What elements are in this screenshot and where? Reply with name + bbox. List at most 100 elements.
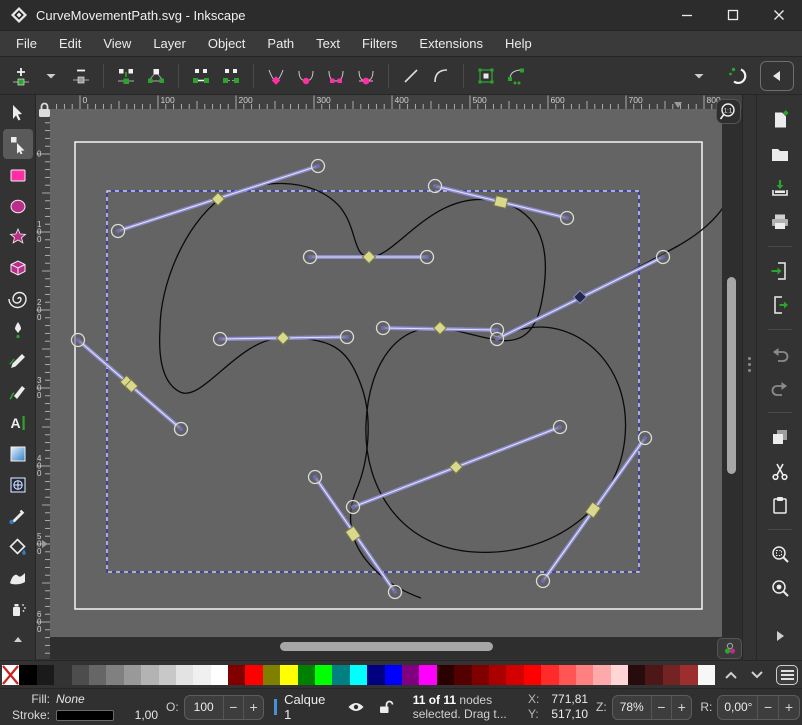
palette-swatch-ffffff[interactable] xyxy=(211,665,228,685)
rotation-increase-button[interactable]: + xyxy=(778,696,799,719)
opacity-value[interactable]: 100 xyxy=(185,700,223,714)
horizontal-ruler[interactable]: 0100200300400500600700800 xyxy=(50,95,742,109)
menu-item-layer[interactable]: Layer xyxy=(143,32,196,55)
zoom-1-1-button[interactable]: 1:1 xyxy=(716,99,741,124)
menu-item-edit[interactable]: Edit xyxy=(49,32,91,55)
segment-curve-button[interactable] xyxy=(426,61,456,91)
show-transform-handles-button[interactable] xyxy=(722,61,752,91)
palette-swatch-4d1717[interactable] xyxy=(645,665,662,685)
export-button[interactable] xyxy=(765,290,795,320)
stroke-width-value[interactable]: 1,00 xyxy=(118,708,158,722)
palette-swatch-742323[interactable] xyxy=(663,665,680,685)
palette-swatch-f7f7f7[interactable] xyxy=(698,665,715,685)
palette-swatch-000080[interactable] xyxy=(367,665,384,685)
path-node[interactable] xyxy=(494,196,508,209)
menu-item-view[interactable]: View xyxy=(93,32,141,55)
segment-line-button[interactable] xyxy=(396,61,426,91)
new-document-button[interactable] xyxy=(765,105,795,135)
redo-button[interactable] xyxy=(765,373,795,403)
print-button[interactable] xyxy=(765,207,795,237)
fill-value[interactable]: None xyxy=(56,692,118,706)
break-nodes-button[interactable] xyxy=(141,61,171,91)
palette-swatch-550000[interactable] xyxy=(454,665,471,685)
join-nodes-button[interactable] xyxy=(111,61,141,91)
palette-swatch-2b0000[interactable] xyxy=(437,665,454,685)
zoom-value[interactable]: 78% xyxy=(613,700,651,714)
color-managed-display-button[interactable] xyxy=(717,638,742,659)
opacity-spinbox[interactable]: 100 − + xyxy=(184,695,265,720)
menu-item-object[interactable]: Object xyxy=(198,32,256,55)
mesh-tool-button[interactable] xyxy=(3,470,33,500)
palette-swatch-c8c8c8[interactable] xyxy=(159,665,176,685)
transform-dropdown[interactable] xyxy=(684,61,714,91)
join-segment-button[interactable] xyxy=(186,61,216,91)
box3d-tool-button[interactable] xyxy=(3,253,33,283)
stroke-color-swatch[interactable] xyxy=(56,710,114,721)
save-document-button[interactable] xyxy=(765,173,795,203)
commands-overflow-button[interactable] xyxy=(765,621,795,651)
menu-item-text[interactable]: Text xyxy=(306,32,350,55)
maximize-button[interactable] xyxy=(710,0,756,30)
dropper-tool-button[interactable] xyxy=(3,501,33,531)
menu-item-filters[interactable]: Filters xyxy=(352,32,407,55)
panel-divider[interactable] xyxy=(742,95,756,660)
node-tool-button[interactable] xyxy=(3,129,33,159)
palette-swatch-008080[interactable] xyxy=(332,665,349,685)
menu-item-extensions[interactable]: Extensions xyxy=(409,32,493,55)
palette-swatch-260c0c[interactable] xyxy=(628,665,645,685)
palette-swatch-ff2a2a[interactable] xyxy=(541,665,558,685)
tweak-tool-button[interactable] xyxy=(3,563,33,593)
palette-scroll-up-button[interactable] xyxy=(718,664,744,686)
text-tool-button[interactable]: A xyxy=(3,408,33,438)
guide-lock-button[interactable] xyxy=(37,101,52,119)
close-button[interactable] xyxy=(756,0,802,30)
zoom-drawing-button[interactable] xyxy=(765,573,795,603)
insert-node-button[interactable] xyxy=(6,61,36,91)
palette-swatch-808080[interactable] xyxy=(106,665,123,685)
palette-swatch-4d4d4d[interactable] xyxy=(72,665,89,685)
palette-swatch-008000[interactable] xyxy=(298,665,315,685)
node-corner-button[interactable] xyxy=(261,61,291,91)
cut-button[interactable] xyxy=(765,456,795,486)
palette-swatch-1a1a1a[interactable] xyxy=(37,665,54,685)
palette-swatch-none[interactable] xyxy=(2,665,19,685)
menu-item-help[interactable]: Help xyxy=(495,32,542,55)
zoom-decrease-button[interactable]: − xyxy=(651,696,671,719)
menu-item-file[interactable]: File xyxy=(6,32,47,55)
horizontal-scrollbar-thumb[interactable] xyxy=(280,642,493,651)
palette-swatch-ff0000[interactable] xyxy=(245,665,262,685)
palette-swatch-666666[interactable] xyxy=(89,665,106,685)
palette-swatch-999999[interactable] xyxy=(124,665,141,685)
import-button[interactable] xyxy=(765,256,795,286)
open-document-button[interactable] xyxy=(765,139,795,169)
ellipse-tool-button[interactable] xyxy=(3,191,33,221)
spiral-tool-button[interactable] xyxy=(3,284,33,314)
canvas-viewport[interactable] xyxy=(50,109,742,659)
palette-swatch-00ffff[interactable] xyxy=(350,665,367,685)
palette-menu-button[interactable] xyxy=(776,665,798,685)
vertical-scrollbar-thumb[interactable] xyxy=(727,277,736,474)
palette-swatch-aa0000[interactable] xyxy=(489,665,506,685)
palette-swatch-800080[interactable] xyxy=(402,665,419,685)
palette-swatch-ff0000[interactable] xyxy=(524,665,541,685)
pen-tool-button[interactable] xyxy=(3,315,33,345)
palette-swatch-ff00ff[interactable] xyxy=(419,665,436,685)
rotation-value[interactable]: 0,00° xyxy=(718,700,757,714)
palette-scroll-down-button[interactable] xyxy=(744,664,770,686)
palette-swatch-d40000[interactable] xyxy=(506,665,523,685)
node-auto-button[interactable] xyxy=(351,61,381,91)
node-smooth-button[interactable] xyxy=(291,61,321,91)
opacity-increase-button[interactable]: + xyxy=(243,696,263,719)
palette-swatch-00ff00[interactable] xyxy=(315,665,332,685)
fill-stroke-indicator[interactable]: Fill: None Stroke: 1,00 xyxy=(6,691,158,723)
paint-bucket-tool-button[interactable] xyxy=(3,532,33,562)
rotation-decrease-button[interactable]: − xyxy=(757,696,778,719)
layer-lock-button[interactable] xyxy=(374,699,399,715)
palette-swatch-000000[interactable] xyxy=(19,665,36,685)
layer-name[interactable]: Calque 1 xyxy=(284,692,333,722)
undo-button[interactable] xyxy=(765,339,795,369)
pencil-tool-button[interactable] xyxy=(3,346,33,376)
palette-swatch-ffaaaa[interactable] xyxy=(593,665,610,685)
zoom-spinbox[interactable]: 78% − + xyxy=(612,695,693,720)
palette-swatch-9c2e2e[interactable] xyxy=(680,665,697,685)
